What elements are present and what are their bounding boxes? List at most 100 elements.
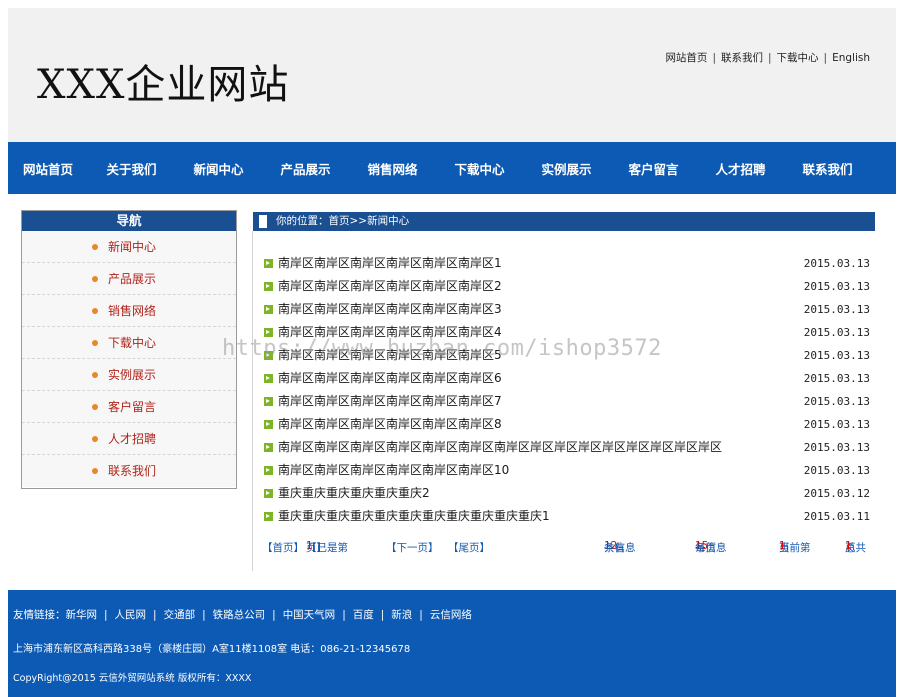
top-link-home[interactable]: 网站首页: [665, 52, 707, 64]
bullet-dot-icon: [92, 468, 98, 474]
sidebar-item-cases[interactable]: 实例展示: [22, 359, 236, 391]
news-title[interactable]: 南岸区南岸区南岸区南岸区南岸区南岸区10: [278, 459, 509, 482]
arrow-bullet-icon: [264, 420, 273, 429]
nav-item-cases[interactable]: 实例展示: [523, 159, 610, 178]
sidebar-item-guestbook[interactable]: 客户留言: [22, 391, 236, 423]
site-footer: 友情链接：新华网 | 人民网 | 交通部 | 铁路总公司 | 中国天气网 | 百度 | 新浪 | 云信网络 …: [8, 590, 896, 697]
news-title[interactable]: 南岸区南岸区南岸区南岸区南岸区南岸区8: [278, 413, 502, 436]
sidebar-item-sales[interactable]: 销售网络: [22, 295, 236, 327]
sidebar-item-contact[interactable]: 联系我们: [22, 455, 236, 487]
pager-next-link[interactable]: 【下一页】: [386, 540, 439, 555]
separator: |: [272, 609, 276, 621]
bullet-dot-icon: [92, 244, 98, 250]
sidebar-item-jobs[interactable]: 人才招聘: [22, 423, 236, 455]
arrow-bullet-icon: [264, 259, 273, 268]
separator: |: [380, 609, 385, 621]
separator: |: [153, 609, 157, 621]
site-title: XXX企业网站: [37, 62, 290, 108]
bullet-dot-icon: [92, 436, 98, 442]
arrow-bullet-icon: [264, 512, 273, 521]
top-link-contact[interactable]: 联系我们: [721, 52, 763, 64]
friend-links-label: 友情链接：: [13, 609, 66, 621]
nav-item-contact[interactable]: 联系我们: [784, 159, 871, 178]
arrow-bullet-icon: [264, 374, 273, 383]
site-header: XXX企业网站 网站首页 | 联系我们 | 下载中心 | English: [8, 8, 896, 142]
list-item[interactable]: 南岸区南岸区南岸区南岸区南岸区南岸区1 2015.03.13: [262, 252, 870, 275]
sidebar-item-label: 客户留言: [108, 400, 157, 414]
news-date: 2015.03.11: [803, 510, 870, 523]
list-item[interactable]: 南岸区南岸区南岸区南岸区南岸区南岸区5 2015.03.13: [262, 344, 870, 367]
sidebar-item-products[interactable]: 产品展示: [22, 263, 236, 295]
breadcrumb-text: 你的位置：首页>>新闻中心: [276, 215, 410, 227]
news-date: 2015.03.13: [803, 372, 870, 385]
friend-link-yunxin[interactable]: 云信网络: [430, 609, 472, 621]
arrow-bullet-icon: [264, 305, 273, 314]
pager-last-link[interactable]: 【尾页】: [448, 540, 490, 555]
news-date: 2015.03.13: [803, 326, 870, 339]
friend-link-sina[interactable]: 新浪: [391, 609, 412, 621]
sidebar-title: 导航: [22, 211, 236, 231]
arrow-bullet-icon: [264, 489, 273, 498]
arrow-bullet-icon: [264, 443, 273, 452]
pager-first-link[interactable]: 【首页】: [262, 540, 304, 555]
nav-item-home[interactable]: 网站首页: [8, 159, 88, 178]
news-date: 2015.03.13: [803, 418, 870, 431]
nav-item-products[interactable]: 产品展示: [262, 159, 349, 178]
list-item[interactable]: 南岸区南岸区南岸区南岸区南岸区南岸区南岸区岸区岸区岸区岸区岸区岸区岸区岸区 201…: [262, 436, 870, 459]
sidebar-item-news[interactable]: 新闻中心: [22, 231, 236, 263]
nav-item-guestbook[interactable]: 客户留言: [610, 159, 697, 178]
sidebar: 导航 新闻中心 产品展示 销售网络 下载中心 实例展示 客户留言 人才招聘 联系…: [21, 210, 237, 489]
sidebar-item-label: 销售网络: [108, 304, 157, 318]
list-item[interactable]: 重庆重庆重庆重庆重庆重庆2 2015.03.12: [262, 482, 870, 505]
list-item[interactable]: 南岸区南岸区南岸区南岸区南岸区南岸区10 2015.03.13: [262, 459, 870, 482]
news-date: 2015.03.12: [803, 487, 870, 500]
news-date: 2015.03.13: [803, 257, 870, 270]
arrow-bullet-icon: [264, 466, 273, 475]
sidebar-item-download[interactable]: 下载中心: [22, 327, 236, 359]
news-date: 2015.03.13: [803, 349, 870, 362]
list-item[interactable]: 南岸区南岸区南岸区南岸区南岸区南岸区8 2015.03.13: [262, 413, 870, 436]
list-item[interactable]: 南岸区南岸区南岸区南岸区南岸区南岸区3 2015.03.13: [262, 298, 870, 321]
news-title[interactable]: 南岸区南岸区南岸区南岸区南岸区南岸区2: [278, 275, 502, 298]
friend-link-mot[interactable]: 交通部: [164, 609, 196, 621]
list-item[interactable]: 重庆重庆重庆重庆重庆重庆重庆重庆重庆重庆重庆1 2015.03.11: [262, 505, 870, 528]
separator: |: [767, 52, 772, 64]
top-link-english[interactable]: English: [832, 52, 870, 64]
friend-link-people[interactable]: 人民网: [115, 609, 147, 621]
nav-item-jobs[interactable]: 人才招聘: [697, 159, 784, 178]
footer-address: 上海市浦东新区高科西路338号（豪楼庄园）A室11楼1108室 电话：086-2…: [13, 644, 411, 655]
friend-link-baidu[interactable]: 百度: [353, 609, 374, 621]
pager-per-b: 条信息: [695, 542, 727, 554]
news-title[interactable]: 南岸区南岸区南岸区南岸区南岸区南岸区3: [278, 298, 502, 321]
list-item[interactable]: 南岸区南岸区南岸区南岸区南岸区南岸区7 2015.03.13: [262, 390, 870, 413]
nav-item-download[interactable]: 下载中心: [436, 159, 523, 178]
nav-item-sales[interactable]: 销售网络: [349, 159, 436, 178]
news-title[interactable]: 重庆重庆重庆重庆重庆重庆2: [278, 482, 430, 505]
main-nav: 网站首页 关于我们 新闻中心 产品展示 销售网络 下载中心 实例展示 客户留言 …: [8, 142, 896, 194]
list-item[interactable]: 南岸区南岸区南岸区南岸区南岸区南岸区2 2015.03.13: [262, 275, 870, 298]
separator: |: [823, 52, 828, 64]
friend-link-railway[interactable]: 铁路总公司: [213, 609, 266, 621]
top-link-download[interactable]: 下载中心: [777, 52, 819, 64]
pager-pages-b: 页: [845, 542, 856, 554]
news-title[interactable]: 南岸区南岸区南岸区南岸区南岸区南岸区7: [278, 390, 502, 413]
bullet-dot-icon: [92, 404, 98, 410]
bullet-dot-icon: [92, 340, 98, 346]
news-title[interactable]: 南岸区南岸区南岸区南岸区南岸区南岸区5: [278, 344, 502, 367]
arrow-bullet-icon: [264, 397, 273, 406]
friend-link-weather[interactable]: 中国天气网: [283, 609, 336, 621]
sidebar-item-label: 联系我们: [108, 464, 157, 478]
news-title[interactable]: 南岸区南岸区南岸区南岸区南岸区南岸区4: [278, 321, 502, 344]
news-title[interactable]: 南岸区南岸区南岸区南岸区南岸区南岸区6: [278, 367, 502, 390]
friend-link-xinhua[interactable]: 新华网: [66, 609, 98, 621]
news-title[interactable]: 重庆重庆重庆重庆重庆重庆重庆重庆重庆重庆重庆1: [278, 505, 550, 528]
list-item[interactable]: 南岸区南岸区南岸区南岸区南岸区南岸区6 2015.03.13: [262, 367, 870, 390]
news-list: 南岸区南岸区南岸区南岸区南岸区南岸区1 2015.03.13 南岸区南岸区南岸区南…: [262, 252, 870, 528]
news-title[interactable]: 南岸区南岸区南岸区南岸区南岸区南岸区南岸区岸区岸区岸区岸区岸区岸区岸区岸区: [278, 436, 722, 459]
nav-item-news[interactable]: 新闻中心: [175, 159, 262, 178]
top-links: 网站首页 | 联系我们 | 下载中心 | English: [665, 50, 870, 65]
nav-item-about[interactable]: 关于我们: [88, 159, 175, 178]
news-title[interactable]: 南岸区南岸区南岸区南岸区南岸区南岸区1: [278, 252, 502, 275]
list-item[interactable]: 南岸区南岸区南岸区南岸区南岸区南岸区4 2015.03.13: [262, 321, 870, 344]
sidebar-item-label: 下载中心: [108, 336, 157, 350]
